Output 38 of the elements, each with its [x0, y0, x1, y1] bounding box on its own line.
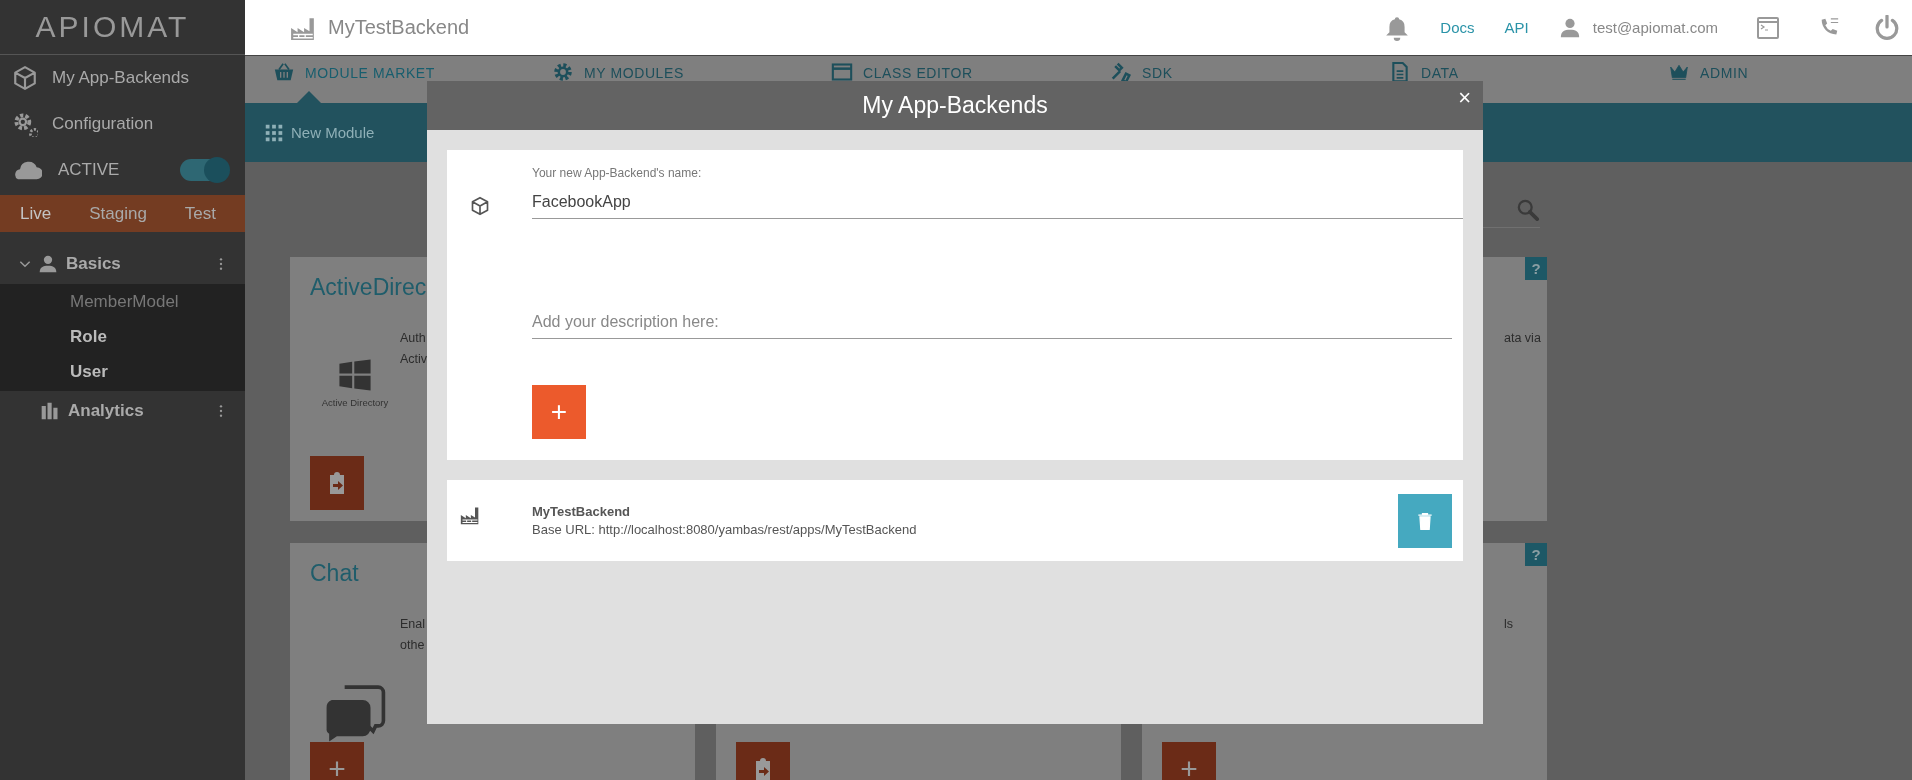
add-button[interactable]: +: [310, 742, 364, 780]
field-label: Your new App-Backend's name:: [532, 165, 702, 181]
header-link[interactable]: Docs: [1440, 19, 1475, 36]
backend-name: MyTestBackend: [328, 16, 471, 39]
user-email[interactable]: test@apiomat.com: [1592, 19, 1718, 36]
group-label[interactable]: Basics: [66, 254, 214, 274]
help-badge[interactable]: ?: [1525, 257, 1547, 280]
nav-tab[interactable]: MY MODULES: [546, 56, 825, 103]
new-module-button[interactable]: New Module: [265, 123, 375, 142]
card-description: othe: [400, 637, 425, 654]
backend-name: MyTestBackend: [532, 502, 630, 521]
logo-caption: Active Directory: [321, 397, 389, 408]
backend-row[interactable]: MyTestBackend Base URL: http://localhost:8080/yambas/rest/apps/MyTestBackend: [447, 480, 1463, 561]
card-title: Chat: [310, 560, 360, 588]
environment-tab[interactable]: Staging: [89, 203, 147, 224]
header-link[interactable]: API: [1504, 19, 1529, 36]
modal-title: My App-Backends: [862, 92, 1048, 119]
add-button[interactable]: +: [532, 385, 586, 439]
status-label: ACTIVE: [58, 160, 121, 180]
group-label[interactable]: Analytics: [68, 401, 214, 421]
environment-tab[interactable]: Test: [184, 203, 217, 224]
app-logo: APIOMAT: [35, 10, 190, 44]
sidebar-item[interactable]: My App-Backends: [0, 55, 245, 101]
base-url: Base URL: http://localhost:8080/yambas/rest/apps/MyTestBackend: [532, 520, 917, 539]
close-button[interactable]: ×: [1454, 85, 1475, 111]
add-button[interactable]: +: [1162, 742, 1216, 780]
card-description: Activ: [400, 351, 428, 368]
card-description: Enal: [400, 616, 426, 633]
sidebar-item[interactable]: Configuration: [0, 101, 245, 147]
help-badge[interactable]: ?: [1525, 543, 1547, 566]
nav-tab[interactable]: ADMIN: [1662, 56, 1755, 103]
card-description: Auth: [400, 330, 426, 347]
submenu-item[interactable]: User: [70, 354, 245, 389]
card-description: ata via: [1504, 330, 1541, 347]
submenu-item[interactable]: Role: [70, 319, 245, 354]
card-title: ActiveDirec: [310, 274, 428, 302]
nav-tab[interactable]: SDK: [1104, 56, 1383, 103]
card-description: ls: [1504, 616, 1514, 633]
